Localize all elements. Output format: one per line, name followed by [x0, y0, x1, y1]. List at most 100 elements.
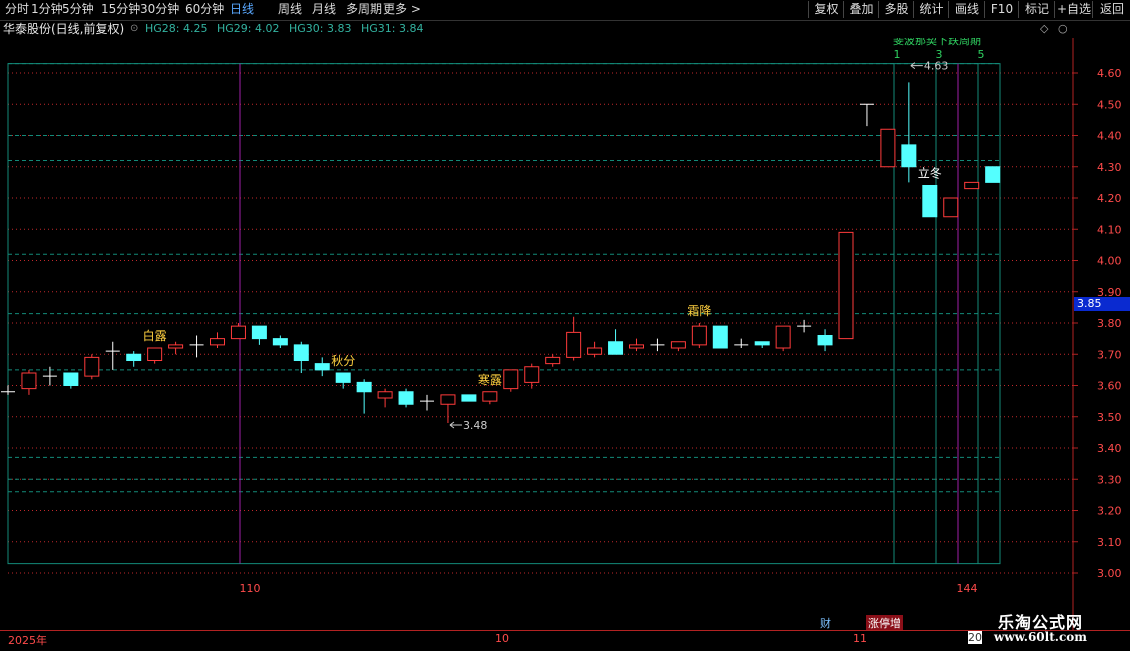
date-year-label: 2025年 — [8, 634, 47, 647]
extreme-price-label: 3.48 — [463, 419, 488, 432]
hg28-value: HG28: 4.25 — [145, 22, 208, 35]
stock-title: 华泰股份(日线,前复权) — [3, 22, 125, 36]
site-watermark: 乐淘公式网 www.60lt.com — [990, 605, 1130, 650]
y-tick-label: 3.20 — [1097, 505, 1122, 518]
solar-term-label: 寒露 — [478, 372, 502, 387]
period-toolbar: 分时 1分钟 5分钟 15分钟 30分钟 60分钟 日线 周线 月线 多周期 更多 > 复权 叠加 多股… — [0, 0, 1130, 21]
period-number-label: 5 — [978, 48, 985, 61]
y-tick-label: 3.50 — [1097, 411, 1122, 424]
candle-body-up — [503, 369, 519, 390]
toolbar-fanhui-button[interactable]: 返回 — [1092, 1, 1130, 18]
tab-15min[interactable]: 15分钟 — [101, 1, 140, 18]
y-tick-label: 3.70 — [1097, 348, 1122, 361]
hg30-value: HG30: 3.83 — [289, 22, 352, 35]
extreme-price-label: 4.63 — [924, 60, 949, 73]
candle-body-down — [63, 372, 79, 386]
candle-body-down — [922, 185, 938, 218]
toolbar-zixuan-button[interactable]: +自选 — [1054, 1, 1093, 18]
toolbar-tongji-button[interactable]: 统计 — [913, 1, 949, 18]
candle-body-down — [608, 341, 624, 355]
solar-term-label: 白露 — [143, 328, 167, 343]
date-axis: 2025年 10 11 20 — [0, 630, 1130, 651]
settings-icon[interactable]: ⊙ — [130, 20, 138, 38]
watermark-url: www.60lt.com — [994, 630, 1087, 644]
candle-body-up — [377, 391, 393, 399]
finance-marker[interactable]: 财 — [820, 615, 831, 631]
tab-monthly[interactable]: 月线 — [312, 1, 336, 18]
tab-weekly[interactable]: 周线 — [278, 1, 302, 18]
tab-multi[interactable]: 多周期 — [346, 1, 382, 18]
candle-body-up — [964, 181, 980, 190]
y-tick-label: 4.60 — [1097, 67, 1122, 80]
candle-body-up — [587, 347, 603, 355]
hg31-value: HG31: 3.84 — [361, 22, 424, 35]
limit-up-marker[interactable]: 涨停增 — [866, 615, 903, 631]
candle-body-up — [629, 344, 644, 349]
y-tick-label: 3.80 — [1097, 317, 1122, 330]
candle-body-up — [691, 325, 707, 346]
candle-body-down — [398, 391, 414, 405]
hg-values: HG28: 4.25 HG29: 4.02 HG30: 3.83 HG31: 3… — [145, 20, 430, 38]
candle-body-down — [461, 394, 477, 402]
candle-body-up — [168, 344, 184, 349]
candle-body-up — [21, 372, 37, 390]
circle-icon[interactable]: ○ — [1058, 20, 1068, 38]
toolbar-fuquan-button[interactable]: 复权 — [808, 1, 844, 18]
current-price-marker: 3.85 — [1074, 297, 1130, 311]
y-tick-label: 4.10 — [1097, 223, 1122, 236]
toolbar-diejia-button[interactable]: 叠加 — [843, 1, 879, 18]
solar-term-label: 立冬 — [918, 166, 942, 181]
candle-body-up — [545, 356, 561, 365]
candle-body-up — [147, 347, 163, 361]
solar-term-label: 秋分 — [331, 354, 355, 368]
candle-body-down — [126, 353, 142, 361]
y-tick-label: 4.00 — [1097, 255, 1122, 268]
tab-30min[interactable]: 30分钟 — [140, 1, 179, 18]
candle-body-down — [754, 341, 770, 346]
candle-body-up — [210, 338, 225, 346]
period-number-label: 1 — [894, 48, 901, 61]
tab-fenshi[interactable]: 分时 — [5, 1, 29, 18]
candle-body-down — [335, 372, 351, 383]
candle-body-down — [817, 335, 833, 346]
tab-daily[interactable]: 日线 — [230, 1, 254, 18]
candlestick-chart[interactable]: 3.003.103.203.303.403.503.603.703.803.90… — [0, 38, 1130, 630]
candle-body-up — [566, 331, 582, 358]
toolbar-huaxian-button[interactable]: 画线 — [948, 1, 985, 18]
date-end: 20 — [968, 631, 982, 644]
y-tick-label: 4.50 — [1097, 98, 1122, 111]
cycle-count-110: 110 — [240, 582, 261, 595]
candle-body-up — [670, 341, 686, 349]
tab-more[interactable]: 更多 > — [383, 1, 421, 18]
y-tick-label: 3.10 — [1097, 536, 1122, 549]
toolbar-f10-button[interactable]: F10 — [984, 1, 1019, 18]
candle-body-up — [440, 394, 456, 405]
info-bar: 华泰股份(日线,前复权) ⊙ HG28: 4.25 HG29: 4.02 HG3… — [0, 20, 1130, 38]
date-month-11: 11 — [853, 632, 867, 645]
candle-body-up — [524, 366, 540, 383]
candle-body-down — [272, 338, 288, 346]
candle-body-down — [712, 325, 728, 349]
tab-5min[interactable]: 5分钟 — [62, 1, 94, 18]
y-tick-label: 3.00 — [1097, 567, 1122, 580]
tab-1min[interactable]: 1分钟 — [31, 1, 63, 18]
candle-body-up — [943, 197, 959, 218]
candle-body-down — [314, 363, 330, 371]
period-title-label: 斐波那契下跌周期 — [893, 38, 981, 47]
y-tick-label: 4.30 — [1097, 161, 1122, 174]
candle-body-down — [985, 166, 1001, 183]
tab-60min[interactable]: 60分钟 — [185, 1, 224, 18]
diamond-icon[interactable]: ◇ — [1040, 20, 1048, 38]
candle-body-up — [230, 325, 246, 340]
candle-body-up — [880, 128, 896, 168]
candle-body-up — [482, 391, 498, 402]
candle-body-down — [293, 344, 309, 361]
candle-body-up — [775, 325, 791, 349]
solar-term-label: 霜降 — [687, 304, 711, 318]
candle-body-up — [838, 231, 854, 340]
candle-body-down — [901, 144, 917, 168]
y-tick-label: 3.40 — [1097, 442, 1122, 455]
toolbar-duogu-button[interactable]: 多股 — [878, 1, 914, 18]
candle-body-up — [84, 356, 100, 377]
toolbar-biaoji-button[interactable]: 标记 — [1018, 1, 1055, 18]
